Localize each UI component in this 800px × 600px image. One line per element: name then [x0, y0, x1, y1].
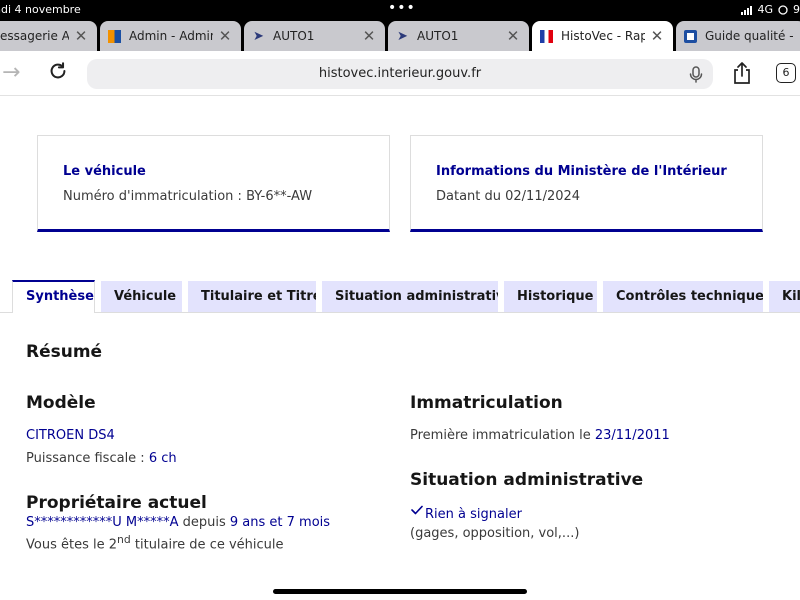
owner-since-value: 9 ans et 7 mois — [229, 515, 331, 530]
owner-heading: Propriétaire actuel — [26, 493, 207, 513]
first-registration-date: 23/11/2011 — [594, 428, 670, 443]
fiscal-power: Puissance fiscale : 6 ch — [26, 451, 177, 466]
ministry-card: Informations du Ministère de l'Intérieur… — [410, 135, 763, 232]
registration-number: Numéro d'immatriculation : BY-6**-AW — [63, 189, 313, 204]
owner-name: S************U M*****A — [26, 515, 179, 530]
address-bar[interactable]: histovec.interieur.gouv.fr — [87, 59, 713, 89]
model-name: CITROEN DS4 — [26, 428, 115, 443]
browser-tab-messagerie[interactable]: essagerie AUTO1 ✕ — [0, 21, 97, 51]
browser-tab-label: Admin - Admin C — [129, 29, 213, 43]
owner-rank-sup: nd — [117, 533, 131, 546]
close-icon[interactable]: ✕ — [505, 27, 521, 45]
tabs-overview-button[interactable]: 6 — [776, 63, 796, 83]
admin-status-heading: Situation administrative — [410, 470, 644, 490]
forward-icon[interactable]: → — [2, 60, 20, 85]
close-icon[interactable]: ✕ — [649, 27, 665, 45]
tab-vehicule[interactable]: Véhicule — [101, 281, 182, 312]
owner-since-label: depuis — [178, 515, 230, 530]
close-icon[interactable]: ✕ — [217, 27, 233, 45]
browser-tab-label: essagerie AUTO1 — [0, 29, 69, 43]
close-icon[interactable]: ✕ — [73, 27, 89, 45]
card-title: Le véhicule — [63, 164, 146, 179]
tab-titulaire[interactable]: Titulaire et Titre — [188, 281, 316, 312]
owner-rank: Vous êtes le 2nd titulaire de ce véhicul… — [26, 533, 284, 552]
network-label: 4G — [757, 3, 773, 16]
browser-tab-label: AUTO1 — [417, 29, 459, 43]
battery-label: 9 — [793, 3, 800, 16]
status-bar: ndi 4 novembre ••• 4G 9 — [0, 0, 800, 19]
admin-status-text: Rien à signaler — [425, 507, 522, 522]
vehicle-card: Le véhicule Numéro d'immatriculation : B… — [37, 135, 390, 232]
browser-tab-label: AUTO1 — [273, 29, 315, 43]
report-tabs: Synthèse Véhicule Titulaire et Titre Sit… — [0, 280, 800, 313]
url-text: histovec.interieur.gouv.fr — [318, 66, 482, 81]
multitasking-dots-icon[interactable]: ••• — [388, 0, 416, 16]
browser-tab-auto1-2[interactable]: ➤ AUTO1 ✕ — [388, 21, 529, 51]
french-flag-icon — [540, 29, 553, 43]
close-icon[interactable]: ✕ — [361, 27, 377, 45]
status-date: ndi 4 novembre — [0, 3, 81, 16]
admin-icon — [108, 29, 121, 43]
tab-kilometrage[interactable]: Kilo — [769, 281, 800, 312]
card-title: Informations du Ministère de l'Intérieur — [436, 164, 727, 179]
owner-rank-prefix: Vous êtes le 2 — [26, 537, 117, 553]
report-date: Datant du 02/11/2024 — [436, 189, 581, 204]
tab-controles-techniques[interactable]: Contrôles techniques — [603, 281, 763, 312]
browser-tab-histovec[interactable]: HistoVec - Rappo ✕ — [532, 21, 673, 51]
browser-tab-label: Guide qualité - C — [705, 29, 798, 43]
registration-heading: Immatriculation — [410, 393, 563, 413]
share-icon[interactable] — [731, 61, 753, 85]
browser-tab-auto1[interactable]: ➤ AUTO1 ✕ — [244, 21, 385, 51]
auto1-icon: ➤ — [253, 28, 264, 44]
browser-tab-label: HistoVec - Rappo — [561, 29, 645, 43]
browser-tab-guide[interactable]: Guide qualité - C — [676, 21, 800, 51]
check-icon — [411, 505, 423, 515]
tab-historique[interactable]: Historique — [504, 281, 597, 312]
tab-situation-administrative[interactable]: Situation administrative — [322, 281, 498, 312]
fiscal-power-value: 6 ch — [148, 451, 177, 466]
home-indicator[interactable] — [273, 589, 527, 594]
browser-toolbar: → histovec.interieur.gouv.fr 6 — [0, 51, 800, 96]
microphone-icon[interactable] — [687, 65, 705, 83]
fiscal-power-label: Puissance fiscale : — [26, 451, 149, 466]
browser-tab-strip: essagerie AUTO1 ✕ Admin - Admin C ✕ ➤ AU… — [0, 19, 800, 51]
reload-icon[interactable] — [47, 60, 69, 82]
signal-icon — [741, 5, 753, 15]
browser-tab-admin[interactable]: Admin - Admin C ✕ — [100, 21, 241, 51]
owner-line: S************U M*****A depuis 9 ans et 7… — [26, 515, 330, 530]
summary-title: Résumé — [26, 342, 103, 362]
owner-rank-suffix: titulaire de ce véhicule — [130, 537, 284, 553]
guide-icon — [684, 29, 697, 43]
auto1-icon: ➤ — [397, 28, 408, 44]
location-icon — [778, 4, 788, 15]
first-registration-label: Première immatriculation le — [410, 428, 595, 443]
model-heading: Modèle — [26, 393, 96, 413]
tab-synthese[interactable]: Synthèse — [12, 280, 95, 313]
admin-status-details: (gages, opposition, vol,...) — [410, 526, 580, 541]
first-registration: Première immatriculation le 23/11/2011 — [410, 428, 670, 443]
